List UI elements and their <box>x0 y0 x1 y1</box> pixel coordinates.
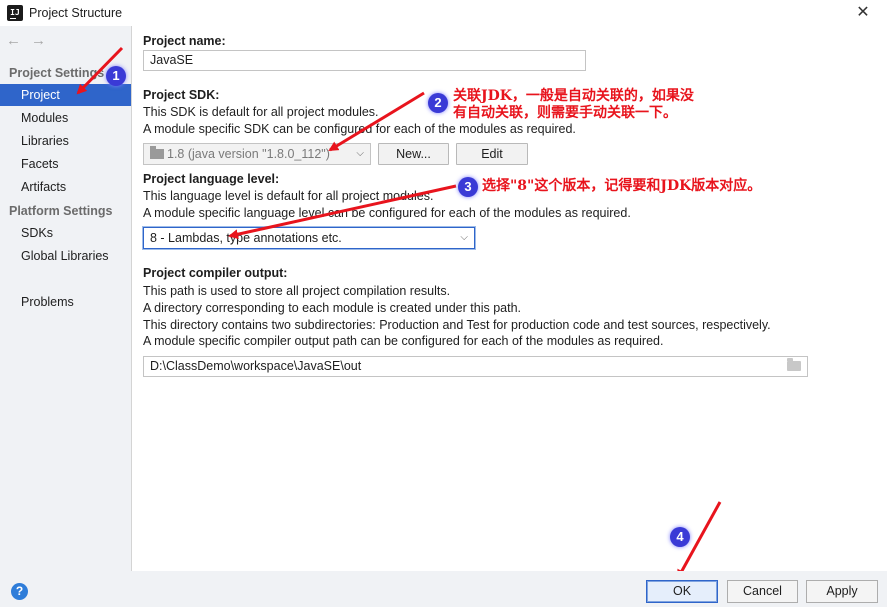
compiler-output-label: Project compiler output: <box>143 266 288 280</box>
project-name-input[interactable]: JavaSE <box>143 50 586 71</box>
step-badge-4: 4 <box>670 527 690 547</box>
help-icon[interactable]: ? <box>11 583 28 600</box>
intellij-app-icon: IJ <box>7 5 23 21</box>
close-window-button[interactable]: ✕ <box>848 2 878 24</box>
output-description-3: This directory contains two subdirectori… <box>143 318 771 332</box>
sidebar-item-global-libraries[interactable]: Global Libraries <box>0 245 131 267</box>
platform-settings-header: Platform Settings <box>9 204 113 218</box>
back-arrow-icon[interactable]: ← <box>6 32 21 49</box>
sdk-dropdown-value: 1.8 (java version "1.8.0_112") <box>167 147 330 161</box>
browse-folder-icon[interactable] <box>787 358 801 371</box>
sidebar: ← → Project Settings Project Modules Libr… <box>0 26 132 571</box>
step-badge-2: 2 <box>428 93 448 113</box>
sidebar-item-artifacts[interactable]: Artifacts <box>0 176 131 198</box>
apply-button[interactable]: Apply <box>806 580 878 603</box>
sidebar-item-sdks[interactable]: SDKs <box>0 222 131 244</box>
sidebar-item-facets[interactable]: Facets <box>0 153 131 175</box>
output-description-2: A directory corresponding to each module… <box>143 301 521 315</box>
annotation-note-3: 选择"8"这个版本，记得要和JDK版本对应。 <box>482 178 762 194</box>
project-sdk-label: Project SDK: <box>143 88 220 102</box>
sidebar-item-project[interactable]: Project <box>0 84 131 106</box>
annotation-note-2-line-2: 有自动关联，则需要手动关联一下。 <box>453 105 677 121</box>
sidebar-item-modules[interactable]: Modules <box>0 107 131 129</box>
sidebar-item-libraries[interactable]: Libraries <box>0 130 131 152</box>
compiler-output-path-input[interactable]: D:\ClassDemo\workspace\JavaSE\out <box>143 356 808 377</box>
sidebar-item-problems[interactable]: Problems <box>0 291 131 313</box>
cancel-button[interactable]: Cancel <box>727 580 798 603</box>
language-level-label: Project language level: <box>143 172 280 186</box>
edit-sdk-button[interactable]: Edit <box>456 143 528 165</box>
output-description-1: This path is used to store all project c… <box>143 284 451 298</box>
sdk-folder-icon <box>150 146 164 159</box>
sdk-dropdown[interactable]: 1.8 (java version "1.8.0_112") ⌵ <box>143 143 371 165</box>
step-badge-1: 1 <box>106 66 126 86</box>
ok-button[interactable]: OK <box>646 580 718 603</box>
language-level-value: 8 - Lambdas, type annotations etc. <box>150 231 342 245</box>
window-title: Project Structure <box>29 6 123 20</box>
language-description-2: A module specific language level can be … <box>143 206 631 220</box>
forward-arrow-icon[interactable]: → <box>31 32 46 49</box>
compiler-output-path-value: D:\ClassDemo\workspace\JavaSE\out <box>150 359 362 373</box>
new-sdk-button[interactable]: New... <box>378 143 449 165</box>
language-level-dropdown[interactable]: 8 - Lambdas, type annotations etc. ⌵ <box>143 227 475 249</box>
nav-arrows: ← → <box>6 32 56 49</box>
sdk-description-1: This SDK is default for all project modu… <box>143 105 379 119</box>
chevron-down-icon: ⌵ <box>460 232 468 243</box>
dialog-footer: ? OK Cancel Apply <box>0 571 887 607</box>
annotation-note-2-line-1: 关联JDK，一般是自动关联的，如果没 <box>453 88 694 104</box>
sdk-description-2: A module specific SDK can be configured … <box>143 122 576 136</box>
output-description-4: A module specific compiler output path c… <box>143 334 664 348</box>
language-description-1: This language level is default for all p… <box>143 189 434 203</box>
project-name-label: Project name: <box>143 34 226 48</box>
project-settings-header: Project Settings <box>9 66 105 80</box>
step-badge-3: 3 <box>458 177 478 197</box>
chevron-down-icon: ⌵ <box>356 148 364 159</box>
title-bar: IJ Project Structure ✕ <box>0 0 887 26</box>
